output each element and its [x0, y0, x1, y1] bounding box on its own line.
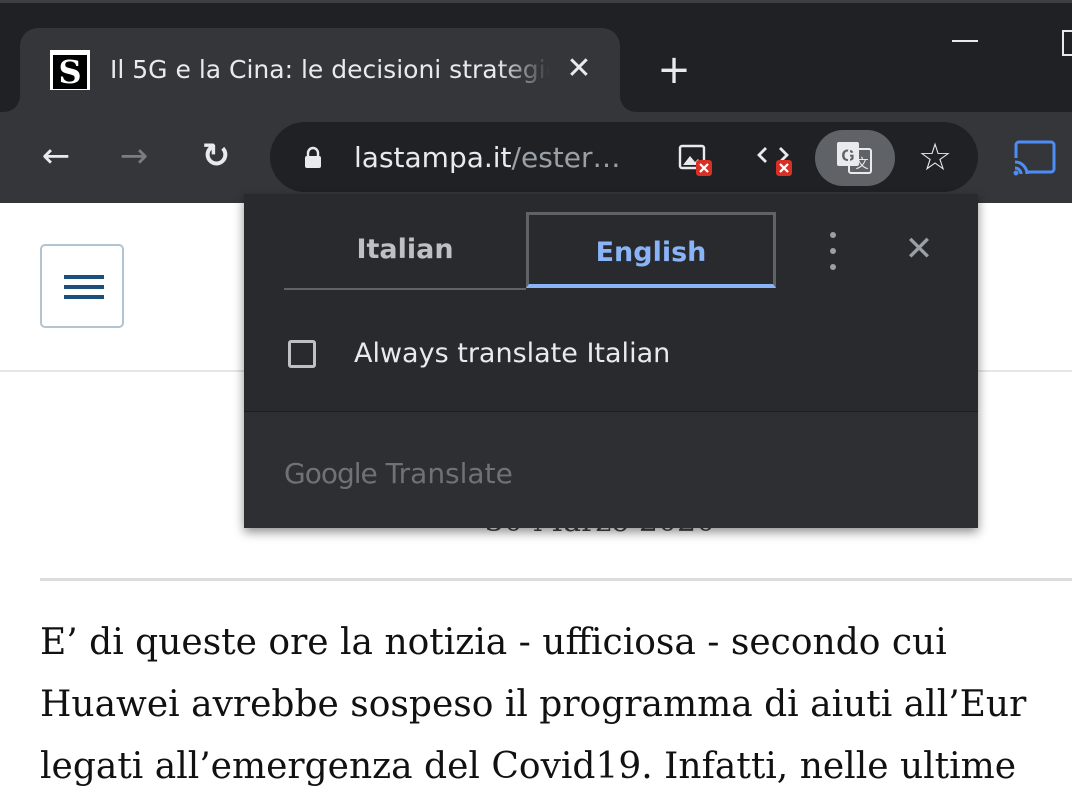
google-translate-logo: Google Translate	[284, 457, 513, 490]
cast-icon[interactable]	[1012, 140, 1056, 176]
more-options-icon[interactable]	[824, 232, 842, 270]
translate-popup: Italian English ✕ Always translate Itali…	[244, 194, 978, 528]
always-translate-label[interactable]: Always translate Italian	[354, 334, 670, 374]
article-line: legati all’emergenza del Covid19. Infatt…	[40, 746, 1017, 787]
window-minimize-button[interactable]	[952, 40, 978, 42]
url-path: /ester…	[511, 141, 621, 174]
address-url[interactable]: lastampa.it/ester…	[354, 136, 621, 180]
forward-button[interactable]: →	[112, 134, 156, 178]
site-favicon-icon: S	[50, 50, 90, 90]
tab-target-language[interactable]: English	[526, 212, 776, 288]
svg-text:文: 文	[855, 157, 868, 172]
bookmark-star-icon[interactable]: ☆	[912, 134, 958, 180]
google-translate-icon: G 文	[837, 142, 872, 174]
always-translate-checkbox[interactable]	[288, 340, 316, 368]
tab-title: Il 5G e la Cina: le decisioni strategich…	[110, 55, 550, 84]
article-divider	[40, 578, 1072, 581]
images-blocked-icon[interactable]	[676, 140, 716, 180]
tab-close-icon[interactable]: ✕	[562, 52, 596, 86]
popup-close-icon[interactable]: ✕	[900, 230, 938, 268]
tab-source-language[interactable]: Italian	[284, 212, 526, 290]
hamburger-menu-icon	[64, 275, 104, 279]
url-domain: lastampa.it	[354, 141, 512, 174]
article-line: Huawei avrebbe sospeso il programma di a…	[40, 684, 1027, 725]
reload-button[interactable]: ↻	[194, 134, 238, 178]
article-body: E’ di queste ore la notizia - ufficiosa …	[40, 612, 1072, 798]
javascript-blocked-icon[interactable]	[756, 140, 796, 180]
window-maximize-button[interactable]	[1062, 30, 1072, 56]
new-tab-button[interactable]: +	[652, 48, 696, 92]
window-top-border	[0, 0, 1072, 3]
article-line: E’ di queste ore la notizia - ufficiosa …	[40, 622, 947, 663]
back-button[interactable]: ←	[34, 134, 78, 178]
site-menu-button[interactable]	[40, 244, 124, 328]
lock-icon[interactable]	[302, 146, 324, 168]
translate-page-button[interactable]: G 文	[815, 130, 895, 186]
